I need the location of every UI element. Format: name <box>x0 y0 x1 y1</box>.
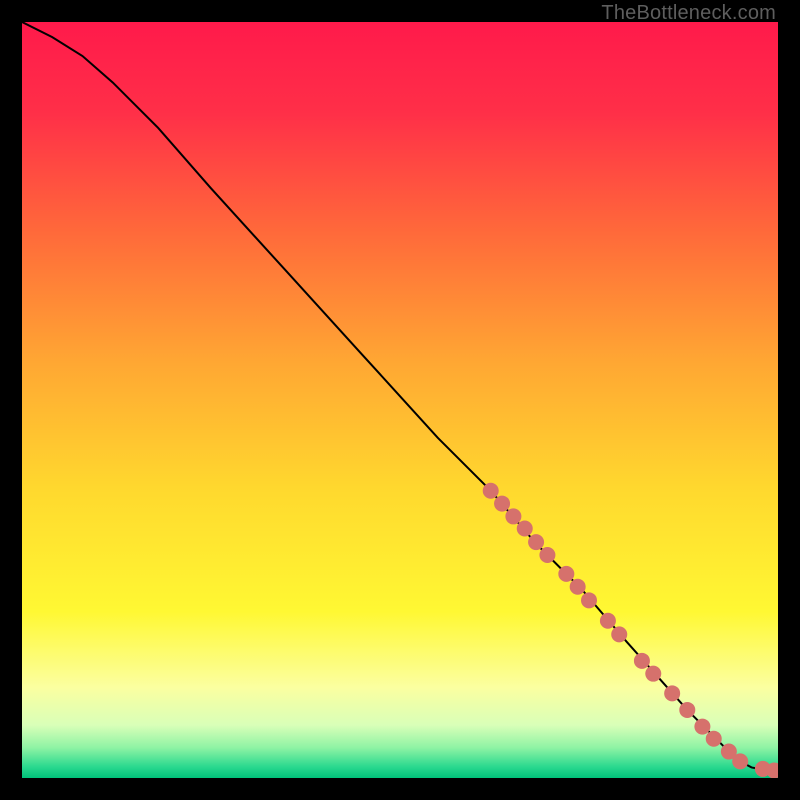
watermark-label: TheBottleneck.com <box>601 2 776 25</box>
scatter-point <box>634 653 650 669</box>
plot-area <box>22 22 778 778</box>
scatter-point <box>694 719 710 735</box>
scatter-point <box>570 579 586 595</box>
scatter-point <box>645 666 661 682</box>
scatter-point <box>664 685 680 701</box>
scatter-point <box>558 566 574 582</box>
scatter-point <box>528 534 544 550</box>
chart-frame: TheBottleneck.com <box>0 0 800 800</box>
scatter-point <box>600 613 616 629</box>
scatter-point <box>706 731 722 747</box>
scatter-point <box>679 702 695 718</box>
scatter-point <box>732 753 748 769</box>
scatter-point <box>611 626 627 642</box>
scatter-point <box>505 508 521 524</box>
scatter-point <box>581 592 597 608</box>
scatter-point <box>494 496 510 512</box>
scatter-point <box>539 547 555 563</box>
chart-svg <box>22 22 778 778</box>
scatter-point <box>517 521 533 537</box>
chart-background <box>22 22 778 778</box>
scatter-point <box>483 483 499 499</box>
